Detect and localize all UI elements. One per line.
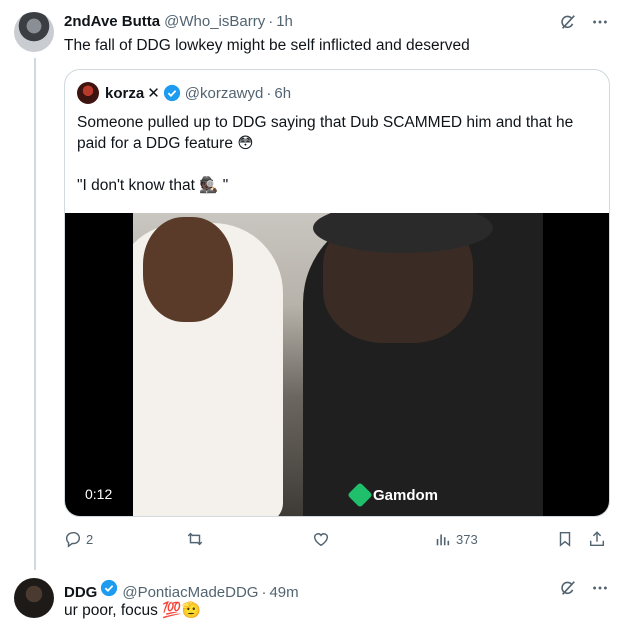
video-frame: 38: [133, 213, 543, 516]
video-timecode: 0:12: [77, 482, 121, 506]
repost-icon: [187, 532, 203, 546]
reply-button[interactable]: 2: [64, 530, 93, 548]
reply-header: DDG @PontiacMadeDDG · 49m: [64, 579, 299, 601]
like-button[interactable]: [312, 530, 334, 548]
x-affiliation-badge: ✕: [147, 85, 160, 102]
reply-count: 2: [86, 531, 94, 547]
bookmark-button[interactable]: [556, 530, 574, 548]
avatar-korza[interactable]: [77, 82, 99, 104]
quoted-tweet-header: korza ✕ @korzawyd · 6h: [77, 82, 291, 104]
verified-badge-icon: [163, 84, 180, 102]
quoted-text-line-1: Someone pulled up to DDG saying that Dub…: [77, 114, 574, 152]
quoted-author-name[interactable]: korza: [105, 85, 144, 102]
views-button[interactable]: 373: [434, 530, 478, 548]
quoted-author-handle[interactable]: @korzawyd: [185, 85, 264, 102]
more-options-icon[interactable]: [590, 578, 610, 598]
heart-icon: [313, 533, 329, 547]
share-button[interactable]: [588, 530, 606, 548]
more-options-icon[interactable]: [590, 12, 610, 32]
reply-author-handle[interactable]: @PontiacMadeDDG: [122, 584, 258, 601]
author-handle[interactable]: @Who_isBarry: [164, 13, 265, 30]
reply-top-actions: [558, 578, 610, 598]
views-chart-icon: [436, 534, 450, 546]
avatar-2ndave-butta[interactable]: [14, 12, 54, 52]
quoted-tweet-card[interactable]: korza ✕ @korzawyd · 6h Someone pulled up…: [64, 69, 610, 517]
avatar-ddg[interactable]: [14, 578, 54, 618]
tweet-action-bar: 2 373: [64, 530, 612, 554]
grok-icon[interactable]: [558, 12, 578, 32]
separator-dot: ·: [261, 584, 267, 601]
share-icon: [589, 531, 605, 547]
reply-time[interactable]: 49m: [269, 584, 298, 601]
separator-dot: ·: [268, 13, 274, 30]
grok-icon[interactable]: [558, 578, 578, 598]
quoted-tweet-text: Someone pulled up to DDG saying that Dub…: [77, 112, 597, 217]
reply-author-name[interactable]: DDG: [64, 584, 97, 601]
thread-connector-line: [34, 58, 36, 570]
video-player[interactable]: 38 0:12 Gamdom: [65, 213, 609, 516]
gamdom-logo-icon: [347, 482, 373, 508]
reply-icon: [65, 531, 80, 548]
bookmark-icon: [559, 531, 571, 547]
tweet-time[interactable]: 1h: [276, 13, 293, 30]
reply-text: ur poor, focus 💯🫡: [64, 602, 201, 619]
quoted-tweet-time[interactable]: 6h: [274, 85, 291, 102]
repost-button[interactable]: [186, 530, 208, 548]
verified-badge-icon: [101, 579, 118, 597]
tweet-text: The fall of DDG lowkey might be self inf…: [64, 37, 470, 54]
tweet-header: 2ndAve Butta @Who_isBarry · 1h: [64, 13, 293, 30]
watermark-text: Gamdom: [373, 486, 439, 504]
person-left-head-shape: [143, 217, 233, 322]
views-count: 373: [456, 531, 478, 547]
quoted-text-line-2: "I don't know that 🕵🏿 ": [77, 177, 229, 194]
author-name[interactable]: 2ndAve Butta: [64, 13, 160, 30]
separator-dot: ·: [266, 84, 272, 102]
video-watermark: Gamdom: [347, 482, 439, 508]
tweet-top-actions: [558, 12, 610, 32]
